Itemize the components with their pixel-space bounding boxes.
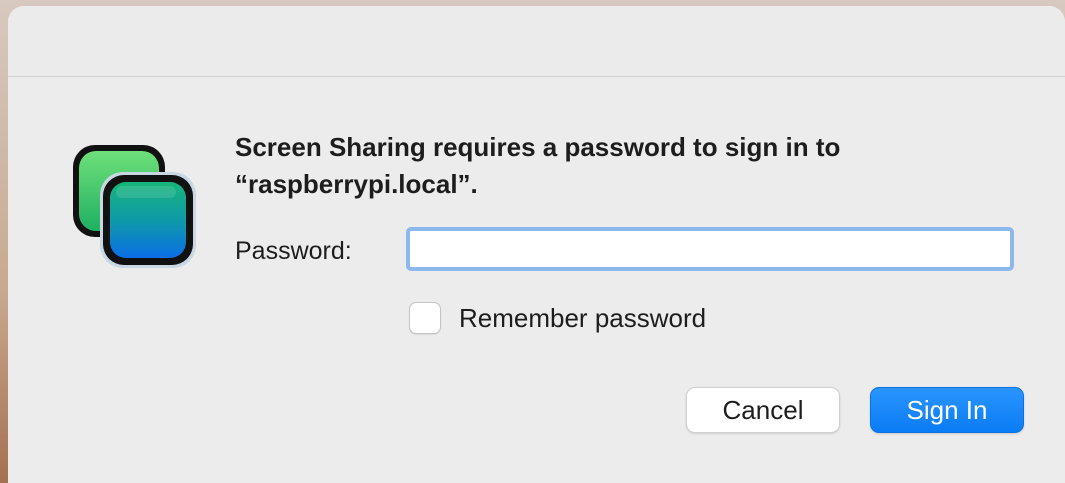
password-label: Password: [235, 237, 352, 265]
remember-password-checkbox[interactable] [409, 302, 441, 334]
dialog-titlebar [8, 6, 1065, 77]
dialog-message: Screen Sharing requires a password to si… [235, 132, 841, 199]
dialog-content: Screen Sharing requires a password to si… [8, 77, 1065, 483]
remember-password-option[interactable]: Remember password [409, 302, 706, 334]
sign-in-button[interactable]: Sign In [870, 387, 1024, 433]
password-dialog: Screen Sharing requires a password to si… [8, 6, 1065, 483]
password-field[interactable] [406, 227, 1014, 271]
cancel-button[interactable]: Cancel [686, 387, 840, 433]
screen-sharing-icon [73, 145, 196, 268]
remember-password-label[interactable]: Remember password [459, 303, 706, 334]
